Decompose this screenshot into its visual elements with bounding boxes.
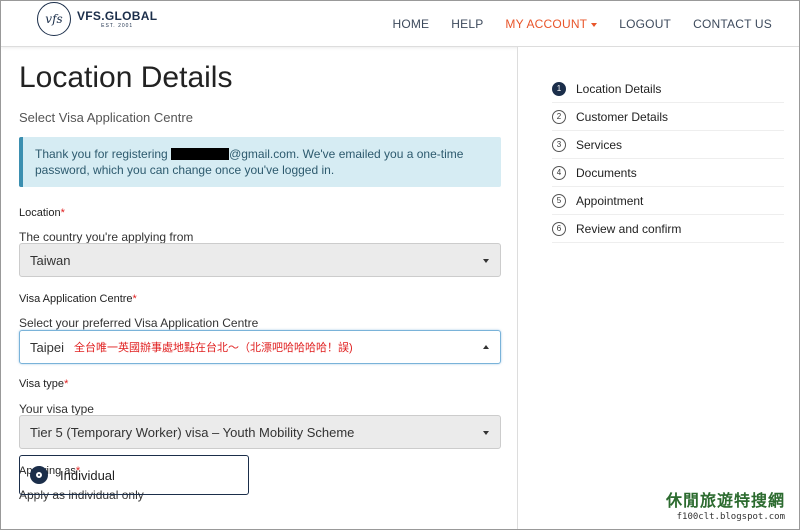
blog-watermark: 休閒旅遊特搜網 f100clt.blogspot.com bbox=[666, 487, 785, 522]
dropdown-arrow-up-icon bbox=[483, 345, 489, 349]
step-label: Customer Details bbox=[576, 109, 669, 124]
nav-logout[interactable]: LOGOUT bbox=[608, 17, 682, 31]
watermark-url: f100clt.blogspot.com bbox=[676, 512, 785, 522]
location-select-value: Taiwan bbox=[30, 252, 71, 268]
registration-alert: Thank you for registering @gmail.com. We… bbox=[19, 137, 501, 187]
red-annotation: 全台唯一英國辦事處地點在台北～（北漂吧哈哈哈哈！誤) bbox=[73, 342, 353, 354]
page-title: Location Details bbox=[19, 61, 233, 94]
location-hint: The country you're applying from bbox=[19, 230, 194, 244]
centre-select-value: Taipei bbox=[30, 339, 64, 355]
step-label: Review and confirm bbox=[576, 221, 682, 236]
nav-contact-us[interactable]: CONTACT US bbox=[682, 17, 783, 31]
step-number-icon: 6 bbox=[552, 221, 566, 236]
dropdown-arrow-icon bbox=[483, 259, 489, 263]
step-item: 4 Documents bbox=[552, 159, 784, 187]
step-label: Services bbox=[576, 137, 623, 152]
location-label: Location* bbox=[19, 207, 65, 219]
visa-type-select[interactable]: Tier 5 (Temporary Worker) visa – Youth M… bbox=[19, 415, 501, 449]
individual-label: Individual bbox=[60, 467, 115, 483]
step-item: 5 Appointment bbox=[552, 187, 784, 215]
nav-my-account[interactable]: MY ACCOUNT bbox=[494, 17, 608, 31]
watermark-title: 休閒旅遊特搜網 bbox=[665, 491, 785, 510]
visa-type-hint: Your visa type bbox=[19, 402, 94, 416]
main-nav: HOME HELP MY ACCOUNT LOGOUT CONTACT US bbox=[381, 1, 783, 47]
nav-help[interactable]: HELP bbox=[440, 17, 494, 31]
step-number-icon: 1 bbox=[552, 81, 566, 96]
vfs-logo[interactable]: vfs VFS.GLOBAL EST. 2001 bbox=[37, 2, 157, 36]
alert-text-before: Thank you for registering bbox=[35, 147, 168, 161]
step-item: 2 Customer Details bbox=[552, 103, 784, 131]
step-item: 6 Review and confirm bbox=[552, 215, 784, 243]
nav-home[interactable]: HOME bbox=[381, 17, 440, 31]
individual-radio-option[interactable]: Individual bbox=[19, 455, 249, 495]
step-label: Documents bbox=[576, 165, 637, 180]
redacted-email bbox=[171, 148, 230, 160]
step-number-icon: 3 bbox=[552, 137, 566, 152]
page-frame: vfs VFS.GLOBAL EST. 2001 HOME HELP MY AC… bbox=[0, 0, 800, 530]
page-subtitle: Select Visa Application Centre bbox=[19, 110, 193, 125]
required-mark: * bbox=[60, 207, 65, 219]
step-number-icon: 5 bbox=[552, 193, 566, 208]
required-mark: * bbox=[132, 293, 137, 305]
step-item: 3 Services bbox=[552, 131, 784, 159]
visa-type-label: Visa type* bbox=[19, 378, 68, 390]
step-list: 1 Location Details 2 Customer Details 3 Ser… bbox=[552, 75, 784, 243]
centre-label: Visa Application Centre* bbox=[19, 293, 137, 305]
location-label-text: Location bbox=[19, 207, 61, 219]
required-mark: * bbox=[64, 378, 69, 390]
step-label: Location Details bbox=[576, 81, 662, 96]
step-number-icon: 4 bbox=[552, 165, 566, 180]
nav-my-account-label: MY ACCOUNT bbox=[505, 17, 588, 31]
centre-hint: Select your preferred Visa Application C… bbox=[19, 316, 259, 330]
step-number-icon: 2 bbox=[552, 109, 566, 124]
radio-selected-icon[interactable] bbox=[30, 466, 48, 484]
top-header: vfs VFS.GLOBAL EST. 2001 HOME HELP MY AC… bbox=[1, 1, 799, 47]
brand-name: VFS.GLOBAL bbox=[77, 8, 158, 23]
centre-label-text: Visa Application Centre bbox=[19, 293, 133, 305]
dropdown-arrow-icon bbox=[483, 431, 489, 435]
visa-type-label-text: Visa type bbox=[19, 378, 65, 390]
centre-select[interactable]: Taipei 全台唯一英國辦事處地點在台北～（北漂吧哈哈哈哈！誤) bbox=[19, 330, 501, 364]
step-item: 1 Location Details bbox=[552, 75, 784, 103]
step-label: Appointment bbox=[576, 193, 644, 208]
location-select[interactable]: Taiwan bbox=[19, 243, 501, 277]
progress-sidebar: 1 Location Details 2 Customer Details 3 Ser… bbox=[517, 47, 799, 529]
brand-est: EST. 2001 bbox=[101, 22, 134, 29]
vfs-logo-mark: vfs bbox=[37, 2, 71, 36]
caret-down-icon bbox=[591, 22, 598, 27]
visa-type-select-value: Tier 5 (Temporary Worker) visa – Youth M… bbox=[30, 424, 355, 440]
